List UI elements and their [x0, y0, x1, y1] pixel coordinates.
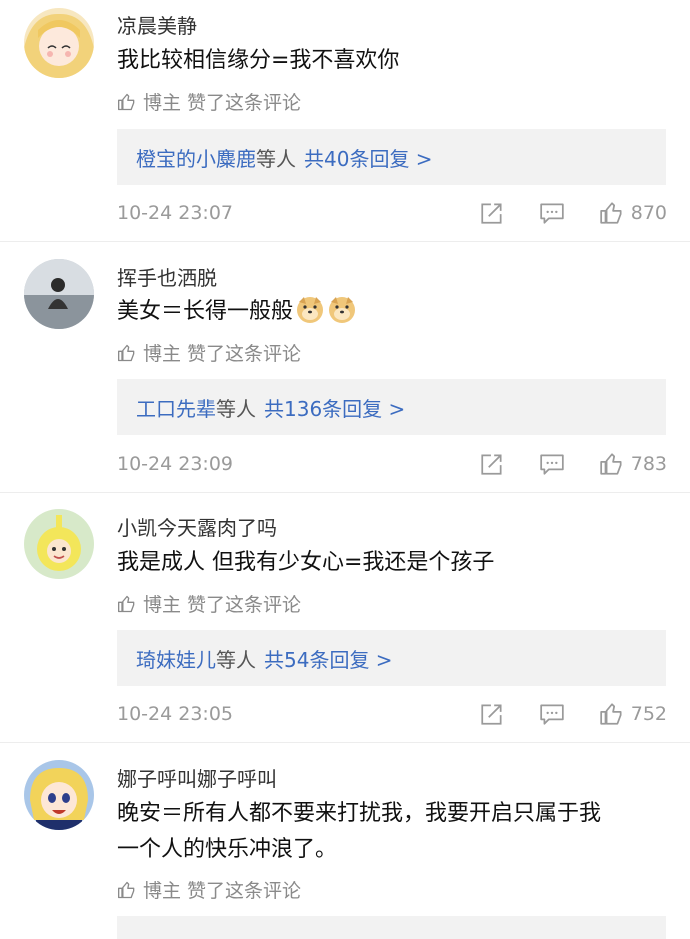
liked-label: 博主 赞了这条评论 [143, 92, 302, 114]
avatar[interactable] [24, 760, 94, 830]
avatar[interactable] [24, 509, 94, 579]
reply-summary-partial[interactable] [117, 916, 666, 939]
thumbs-up-icon [118, 881, 135, 898]
author-liked-badge: 博主 赞了这条评论 [117, 88, 301, 115]
user-name[interactable]: 娜子呼叫娜子呼叫 [117, 763, 277, 792]
comment-text: 晚安＝所有人都不要来打扰我，我要开启只属于我 [117, 801, 602, 826]
user-name[interactable]: 小凯今天露肉了吗 [117, 512, 277, 541]
author-liked-badge: 博主 赞了这条评论 [117, 590, 301, 617]
reply-user[interactable]: 橙宝的小麋鹿 [136, 143, 256, 172]
divider [0, 742, 690, 743]
user-name[interactable]: 挥手也洒脱 [117, 262, 217, 291]
liked-label: 博主 赞了这条评论 [143, 343, 302, 365]
thumbs-up-icon [118, 595, 135, 612]
reply-etc: 等人 [216, 647, 256, 672]
comment-icon [540, 203, 564, 224]
comment-text: 我比较相信缘分=我不喜欢你 [117, 48, 400, 73]
comment-meta: 10-24 23:07 870 [117, 198, 667, 228]
author-liked-badge: 博主 赞了这条评论 [117, 339, 301, 366]
comment-meta: 10-24 23:05 752 [117, 699, 667, 729]
like-button[interactable]: 870 [599, 200, 667, 226]
share-icon [481, 203, 502, 224]
timestamp: 10-24 23:07 [117, 202, 234, 224]
comment-text-line2: 一个人的快乐冲浪了。 [117, 837, 338, 862]
liked-label: 博主 赞了这条评论 [143, 594, 302, 616]
reply-count-link[interactable]: 共54条回复 > [264, 644, 393, 673]
comment-button[interactable] [539, 451, 565, 477]
thumbs-up-icon [600, 703, 622, 725]
reply-user[interactable]: 工口先辈 [136, 393, 216, 422]
like-button[interactable]: 783 [599, 451, 667, 477]
doge-emoji-icon [329, 297, 356, 323]
share-icon [481, 704, 502, 725]
repost-button[interactable] [479, 701, 505, 727]
reply-user[interactable]: 琦妹娃儿 [136, 644, 216, 673]
user-name[interactable]: 凉晨美静 [117, 10, 197, 39]
reply-summary[interactable]: 橙宝的小麋鹿 等人 共40条回复 > [117, 129, 666, 185]
timestamp: 10-24 23:05 [117, 703, 234, 725]
comment-icon [540, 454, 564, 475]
like-count: 870 [630, 202, 667, 224]
author-liked-badge: 博主 赞了这条评论 [117, 876, 301, 903]
doge-emoji-icon [297, 297, 324, 323]
liked-label: 博主 赞了这条评论 [143, 880, 302, 902]
comment-button[interactable] [539, 200, 565, 226]
thumbs-up-icon [600, 202, 622, 224]
reply-summary[interactable]: 工口先辈 等人 共136条回复 > [117, 379, 666, 435]
repost-button[interactable] [479, 451, 505, 477]
avatar[interactable] [24, 8, 94, 78]
share-icon [481, 454, 502, 475]
divider [0, 241, 690, 242]
timestamp: 10-24 23:09 [117, 453, 234, 475]
comment-meta: 10-24 23:09 783 [117, 449, 667, 479]
reply-count-link[interactable]: 共40条回复 > [304, 143, 433, 172]
thumbs-up-icon [600, 453, 622, 475]
like-button[interactable]: 752 [599, 701, 667, 727]
reply-summary[interactable]: 琦妹娃儿 等人 共54条回复 > [117, 630, 666, 686]
reply-etc: 等人 [256, 146, 296, 171]
comment-icon [540, 704, 564, 725]
reply-etc: 等人 [216, 396, 256, 421]
divider [0, 492, 690, 493]
repost-button[interactable] [479, 200, 505, 226]
comment-text: 我是成人 但我有少女心=我还是个孩子 [117, 550, 495, 575]
thumbs-up-icon [118, 93, 135, 110]
avatar[interactable] [24, 259, 94, 329]
comment-text: 美女＝长得一般般 [117, 294, 357, 330]
comment-text-content: 美女＝长得一般般 [117, 299, 294, 324]
like-count: 783 [630, 453, 667, 475]
thumbs-up-icon [118, 344, 135, 361]
comment-button[interactable] [539, 701, 565, 727]
reply-count-link[interactable]: 共136条回复 > [264, 393, 405, 422]
like-count: 752 [630, 703, 667, 725]
